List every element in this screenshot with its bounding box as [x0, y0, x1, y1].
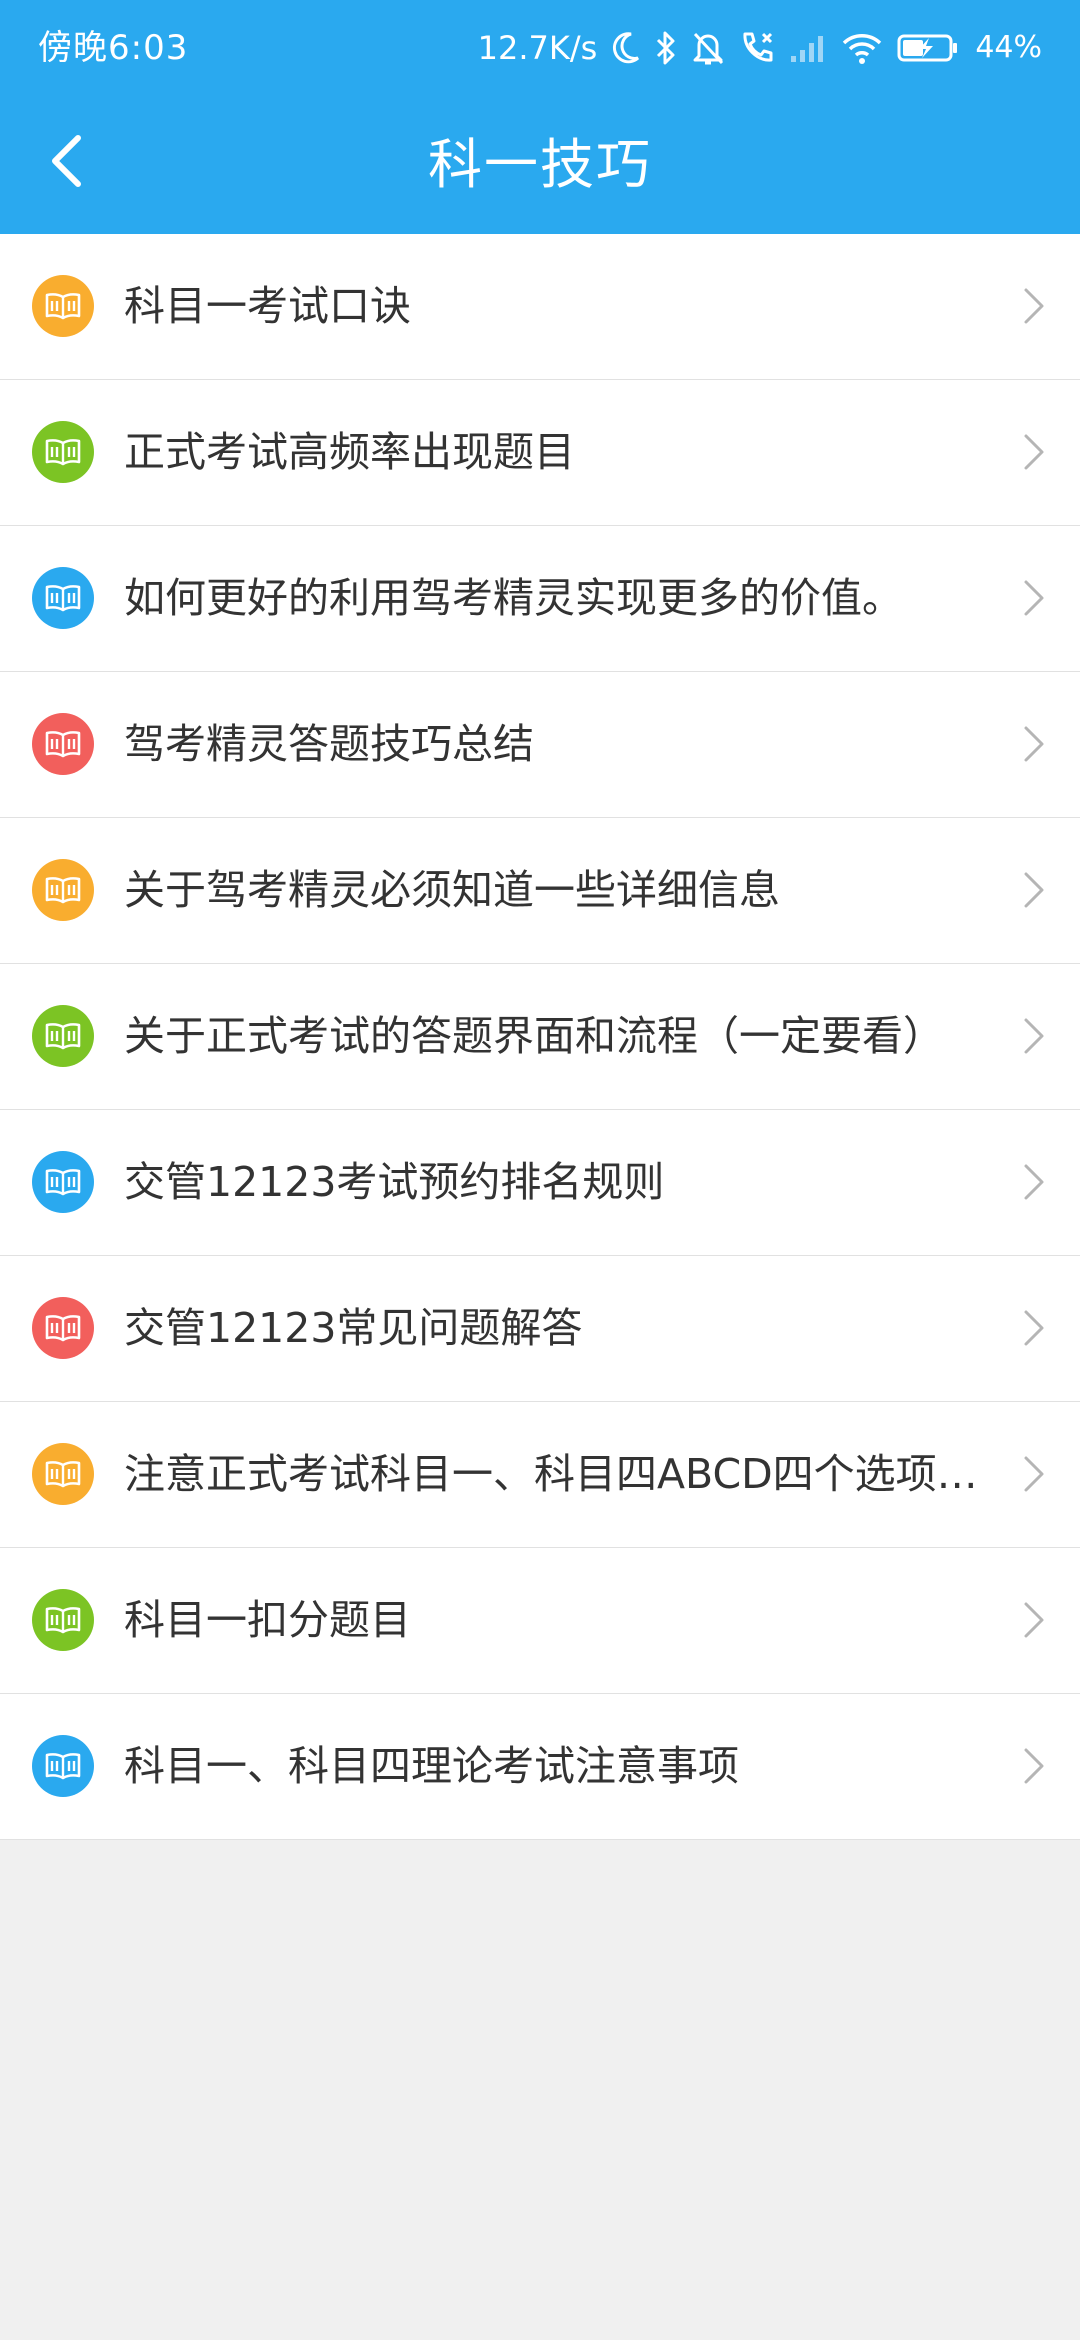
book-icon — [32, 859, 94, 921]
list-item[interactable]: 注意正式考试科目一、科目四ABCD四个选项… — [0, 1402, 1080, 1548]
list-item-label: 科目一扣分题目 — [124, 1596, 411, 1644]
battery-charging-icon — [897, 34, 958, 62]
book-icon — [32, 1005, 94, 1067]
moon-icon — [613, 32, 640, 64]
list-item-label: 如何更好的利用驾考精灵实现更多的价值。 — [124, 574, 903, 622]
chevron-right-icon — [1024, 872, 1044, 908]
book-icon — [32, 713, 94, 775]
app-header: 傍晚6:03 12.7K/s 44% 科一技巧 — [0, 0, 1080, 234]
status-bar: 傍晚6:03 12.7K/s 44% — [0, 0, 1080, 96]
list-item[interactable]: 科目一、科目四理论考试注意事项 — [0, 1694, 1080, 1840]
list-item[interactable]: 如何更好的利用驾考精灵实现更多的价值。 — [0, 526, 1080, 672]
status-icons: 12.7K/s 44% — [478, 22, 1042, 74]
wifi-icon — [843, 34, 882, 64]
chevron-right-icon — [1024, 1456, 1044, 1492]
bluetooth-icon — [657, 31, 675, 65]
book-icon — [32, 1735, 94, 1797]
status-time: 傍晚6:03 — [38, 28, 189, 68]
list-item[interactable]: 正式考试高频率出现题目 — [0, 380, 1080, 526]
chevron-right-icon — [1024, 434, 1044, 470]
book-icon — [32, 1443, 94, 1505]
chevron-right-icon — [1024, 1018, 1044, 1054]
book-icon — [32, 1297, 94, 1359]
list-item-label: 交管12123考试预约排名规则 — [124, 1158, 665, 1206]
list-item[interactable]: 关于驾考精灵必须知道一些详细信息 — [0, 818, 1080, 964]
nav-bar: 科一技巧 — [0, 96, 1080, 234]
book-icon — [32, 1589, 94, 1651]
list-item[interactable]: 驾考精灵答题技巧总结 — [0, 672, 1080, 818]
list-item[interactable]: 交管12123常见问题解答 — [0, 1256, 1080, 1402]
list-item-label: 关于正式考试的答题界面和流程（一定要看） — [124, 1012, 944, 1060]
call-forward-icon — [743, 32, 773, 62]
mute-bell-icon — [693, 32, 724, 65]
book-icon — [32, 1151, 94, 1213]
list-item-label: 驾考精灵答题技巧总结 — [124, 720, 534, 768]
list-item[interactable]: 科目一扣分题目 — [0, 1548, 1080, 1694]
chevron-right-icon — [1024, 288, 1044, 324]
list-item-label: 正式考试高频率出现题目 — [124, 428, 575, 476]
book-icon — [32, 567, 94, 629]
network-speed: 12.7K/s — [477, 29, 598, 67]
cellular-signal-icon — [791, 36, 824, 62]
chevron-right-icon — [1024, 1748, 1044, 1784]
list-item-label: 注意正式考试科目一、科目四ABCD四个选项… — [124, 1450, 978, 1498]
chevron-right-icon — [1024, 580, 1044, 616]
back-button[interactable] — [34, 126, 104, 196]
chevron-right-icon — [1024, 1310, 1044, 1346]
chevron-left-icon — [52, 135, 81, 187]
book-icon — [32, 275, 94, 337]
list-item[interactable]: 交管12123考试预约排名规则 — [0, 1110, 1080, 1256]
list-item-label: 交管12123常见问题解答 — [124, 1304, 583, 1352]
list-item-label: 关于驾考精灵必须知道一些详细信息 — [124, 866, 780, 914]
article-list: 科目一考试口诀正式考试高频率出现题目如何更好的利用驾考精灵实现更多的价值。 驾考精… — [0, 234, 1080, 1840]
chevron-right-icon — [1024, 726, 1044, 762]
list-item-label: 科目一、科目四理论考试注意事项 — [124, 1742, 739, 1790]
page-title: 科一技巧 — [428, 133, 652, 196]
chevron-right-icon — [1024, 1602, 1044, 1638]
list-item[interactable]: 关于正式考试的答题界面和流程（一定要看） — [0, 964, 1080, 1110]
list-item[interactable]: 科目一考试口诀 — [0, 234, 1080, 380]
chevron-right-icon — [1024, 1164, 1044, 1200]
battery-percent: 44% — [975, 30, 1042, 65]
book-icon — [32, 421, 94, 483]
list-item-label: 科目一考试口诀 — [124, 282, 411, 330]
